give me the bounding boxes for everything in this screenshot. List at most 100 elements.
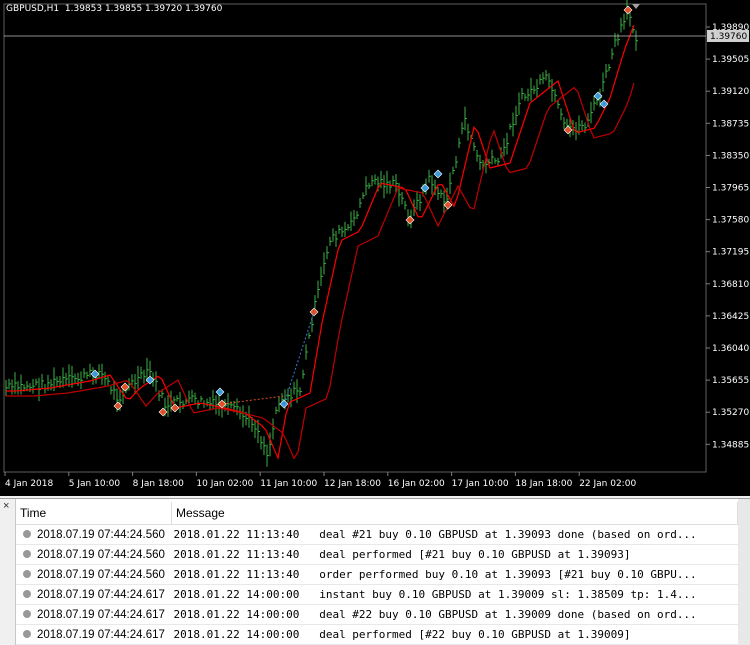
price-bar [41, 373, 44, 388]
price-bar [74, 373, 77, 384]
price-bar [104, 371, 107, 386]
price-bar [8, 378, 11, 390]
price-tick-label: 1.35655 [712, 376, 749, 386]
price-bar [266, 444, 269, 467]
column-header-message[interactable]: Message [171, 502, 738, 525]
buy-marker-icon [433, 169, 443, 179]
price-bar [200, 395, 203, 402]
price-bar [29, 383, 32, 393]
row-time: 2018.07.19 07:44:24.617 [16, 624, 172, 645]
panel-close-bar[interactable]: × [0, 499, 16, 645]
row-time: 2018.07.19 07:44:24.617 [16, 604, 172, 625]
time-tick-label: 16 Jan 02:00 [388, 479, 445, 489]
table-row[interactable]: 2018.07.19 07:44:24.560 2018.01.22 11:13:… [16, 544, 738, 565]
status-dot-icon [23, 550, 31, 559]
time-tick-label: 18 Jan 18:00 [515, 479, 572, 489]
price-tick-label: 1.38735 [712, 119, 749, 129]
price-bar [263, 436, 266, 456]
trade-link-line [221, 395, 285, 405]
price-bar [455, 156, 458, 169]
buy-marker-icon [90, 369, 100, 379]
journal-table: Time Message 2018.07.19 07:44:24.560 2018… [16, 502, 738, 645]
plot-frame [3, 3, 707, 473]
price-bar [518, 92, 521, 115]
price-bar [11, 379, 14, 395]
price-bar [557, 100, 560, 109]
sell-marker-icon [170, 403, 180, 413]
price-bar [182, 400, 185, 410]
price-bar [386, 170, 389, 194]
price-bar [452, 166, 455, 175]
row-message: 2018.01.22 11:13:40 deal performed [#21 … [171, 544, 738, 565]
price-bar [611, 48, 614, 60]
price-bar [260, 435, 263, 450]
price-bar [254, 419, 257, 439]
price-bar [179, 391, 182, 413]
sell-marker-icon [113, 401, 123, 411]
price-bar [227, 393, 230, 415]
table-row[interactable]: 2018.07.19 07:44:24.617 2018.01.22 14:00:… [16, 604, 738, 625]
price-bar [353, 209, 356, 226]
table-row[interactable]: 2018.07.19 07:44:24.617 2018.01.22 14:00:… [16, 584, 738, 605]
status-dot-icon [23, 630, 31, 639]
price-bar [554, 89, 557, 102]
price-bar [77, 372, 80, 386]
price-bar [497, 157, 500, 166]
price-bar [623, 13, 626, 30]
row-time: 2018.07.19 07:44:24.560 [16, 564, 172, 585]
price-bar [491, 149, 494, 165]
price-bar [512, 112, 515, 137]
price-tick-label: 1.36425 [712, 312, 749, 322]
price-bar [17, 381, 20, 395]
price-bar [437, 187, 440, 200]
price-tick-label: 1.35270 [712, 408, 749, 418]
price-bar [344, 221, 347, 238]
price-bar [521, 87, 524, 100]
price-bar [524, 93, 527, 101]
column-header-time[interactable]: Time [16, 502, 172, 525]
row-time: 2018.07.19 07:44:24.560 [16, 524, 172, 545]
price-bar [272, 418, 275, 440]
sell-marker-icon [158, 407, 168, 417]
price-tick-label: 1.39120 [712, 87, 749, 97]
price-chart[interactable]: 1.39890 1.39505 1.39120 1.38735 1.38350 1.379… [0, 0, 750, 496]
price-bar [137, 365, 140, 390]
time-tick-label: 22 Jan 02:00 [579, 479, 636, 489]
table-row[interactable]: 2018.07.19 07:44:24.617 2018.01.22 14:00:… [16, 624, 738, 645]
price-bar [503, 138, 506, 157]
price-bar [50, 379, 53, 391]
price-bar [287, 388, 290, 403]
price-bar [299, 387, 302, 396]
price-bar [371, 175, 374, 187]
table-row[interactable]: 2018.07.19 07:44:24.560 2018.01.22 11:13:… [16, 524, 738, 545]
price-bar [449, 172, 452, 195]
chart-canvas[interactable]: 1.398901.395051.391201.387351.383501.379… [0, 0, 750, 496]
time-tick-label: 8 Jan 18:00 [133, 479, 185, 489]
journal-scrollbar[interactable] [738, 499, 750, 645]
price-bar [416, 190, 419, 210]
sell-marker-icon [405, 215, 415, 225]
time-tick-label: 12 Jan 18:00 [324, 479, 381, 489]
price-bar [140, 366, 143, 380]
time-tick-label: 17 Jan 10:00 [452, 479, 509, 489]
price-bar [191, 389, 194, 403]
status-dot-icon [23, 530, 31, 539]
price-bar [209, 397, 212, 411]
price-bar [581, 120, 584, 131]
table-row[interactable]: 2018.07.19 07:44:24.560 2018.01.22 11:13:… [16, 564, 738, 585]
price-bar [392, 175, 395, 186]
price-bar [620, 17, 623, 33]
price-bar [440, 189, 443, 198]
time-text: 2018.07.19 07:44:24.560 [37, 528, 165, 541]
price-bar [89, 363, 92, 378]
price-bar [617, 33, 620, 46]
price-bar [527, 88, 530, 102]
price-bar [107, 376, 110, 387]
close-icon[interactable]: × [3, 500, 9, 512]
time-text: 2018.07.19 07:44:24.617 [37, 628, 165, 641]
price-bar [311, 316, 314, 333]
price-bar [368, 182, 371, 190]
price-bar [176, 395, 179, 402]
time-text: 2018.07.19 07:44:24.560 [37, 568, 165, 581]
row-message: 2018.01.22 11:13:40 order performed buy … [171, 564, 738, 585]
